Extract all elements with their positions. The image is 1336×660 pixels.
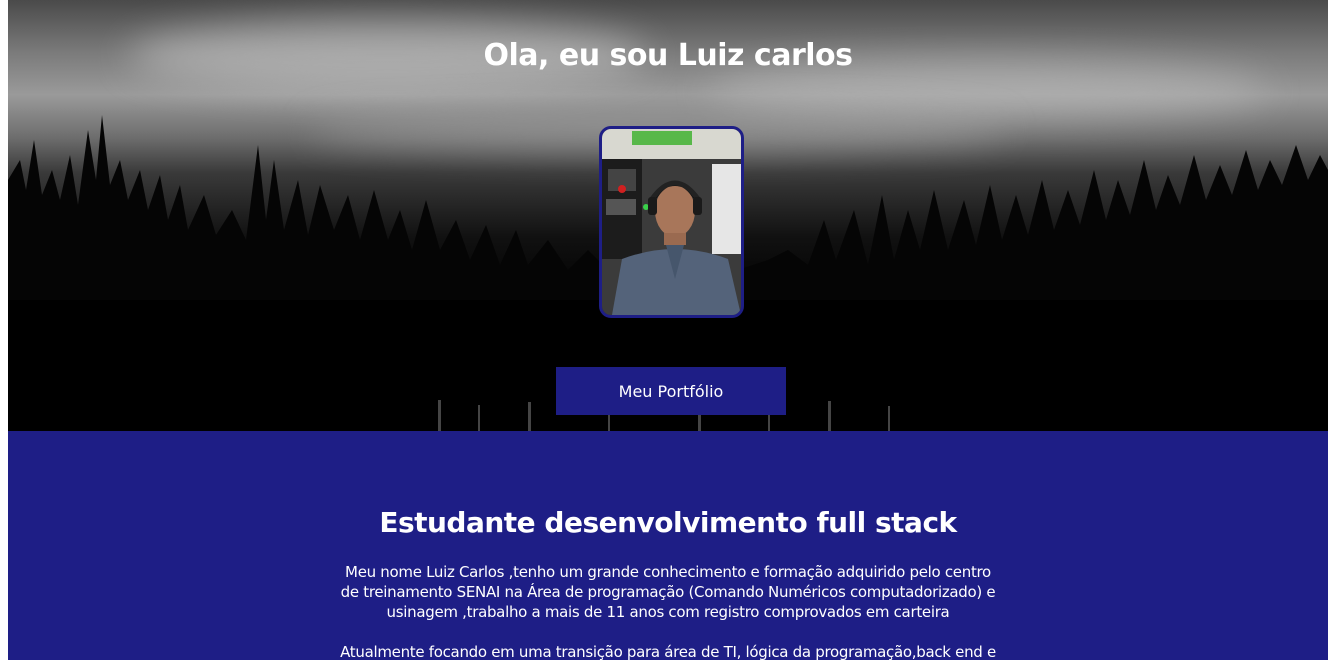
profile-photo-image — [602, 129, 741, 315]
hero-title: Ola, eu sou Luiz carlos — [483, 38, 853, 73]
page: Ola, eu sou Luiz carlos Meu Portfólio Es… — [8, 0, 1328, 660]
about-paragraph-2: Atualmente focando em uma transição para… — [340, 643, 996, 660]
about-title: Estudante desenvolvimento full stack — [379, 506, 957, 539]
hero-section: Ola, eu sou Luiz carlos Meu Portfólio — [8, 0, 1328, 431]
about-section: Estudante desenvolvimento full stack Meu… — [8, 431, 1328, 660]
portfolio-button[interactable]: Meu Portfólio — [556, 367, 786, 415]
about-paragraph-1: Meu nome Luiz Carlos ,tenho um grande co… — [340, 563, 996, 621]
profile-photo — [599, 126, 744, 318]
